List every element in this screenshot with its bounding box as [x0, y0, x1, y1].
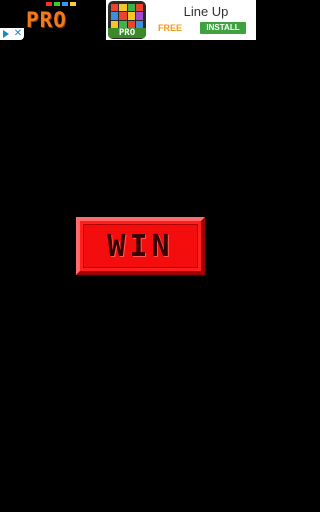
win-button[interactable]: WIN — [76, 217, 205, 275]
app-icon-label: PRO — [108, 28, 146, 38]
pro-logo-text: PRO — [26, 8, 67, 32]
ad-choices[interactable]: ✕ — [0, 28, 24, 40]
install-button[interactable]: INSTALL — [200, 22, 246, 34]
ad-free-label: FREE — [158, 23, 183, 33]
app-icon-tiles — [111, 4, 143, 28]
ad-banner-left[interactable]: PRO ✕ — [0, 0, 100, 40]
ad-title[interactable]: Line Up — [158, 3, 254, 21]
ad-close-icon[interactable]: ✕ — [13, 28, 23, 40]
win-button-label: WIN — [107, 229, 174, 264]
pro-logo[interactable]: PRO — [26, 2, 86, 32]
win-button-face: WIN — [83, 224, 198, 268]
app-icon[interactable]: PRO — [108, 1, 146, 39]
logo-tiles — [46, 2, 76, 6]
ad-banner[interactable]: PRO Line Up FREE INSTALL — [106, 0, 256, 40]
ad-info-icon[interactable] — [2, 30, 10, 38]
